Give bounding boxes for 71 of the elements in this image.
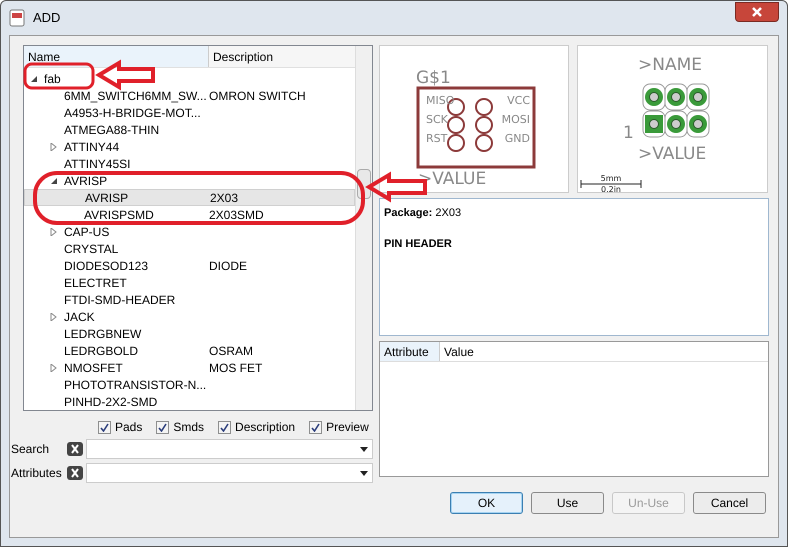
checkbox-label: Pads [115, 419, 142, 436]
scrollbar[interactable] [355, 46, 372, 410]
pin-label: GND [504, 132, 530, 145]
attributes-field[interactable] [86, 463, 373, 483]
dropdown-arrow-icon[interactable] [360, 470, 368, 476]
pin-label: SCK [426, 113, 448, 126]
tree-row[interactable]: ATTINY45SI [24, 155, 355, 172]
checkbox[interactable] [218, 420, 232, 434]
dialog-button[interactable]: Cancel [693, 492, 766, 514]
checkbox-label: Preview [326, 419, 369, 436]
checkbox-label: Description [235, 419, 296, 436]
dialog-button[interactable]: Use [531, 492, 604, 514]
package-text: Package: 2X03 [384, 206, 462, 221]
expanded-triangle-icon[interactable] [30, 74, 38, 82]
description-text: PIN HEADER [384, 236, 453, 252]
tree-row[interactable]: ELECTRET [24, 274, 355, 291]
attributes-label: Attributes [11, 465, 63, 482]
column-header[interactable]: Attribute [380, 342, 440, 362]
scale-label: 5mm [600, 174, 622, 183]
tree-row[interactable]: ATMEGA88-THIN [24, 121, 355, 138]
tree-row[interactable]: AVRISP 2X03 [24, 189, 355, 206]
tree-row[interactable]: CRYSTAL [24, 240, 355, 257]
window-title: ADD [33, 9, 60, 28]
tree-row[interactable]: NMOSFET MOS FET [24, 359, 355, 376]
search-label: Search [11, 441, 50, 458]
tree-row[interactable]: JACK [24, 308, 355, 325]
tree-row[interactable]: LEDRGBNEW [24, 325, 355, 342]
tree-row[interactable]: fab [24, 70, 355, 87]
tree-row[interactable]: AVRISPSMD 2X03SMD [24, 206, 355, 223]
tree-row[interactable]: PINHD-2X2-SMD [24, 393, 355, 410]
schematic-app-icon [9, 9, 25, 27]
tree-row[interactable]: PHOTOTRANSISTOR-N... [24, 376, 355, 393]
pin-label: RST [426, 132, 448, 145]
close-icon [751, 7, 763, 17]
checkbox[interactable] [309, 420, 322, 434]
collapsed-triangle-icon[interactable] [50, 312, 58, 320]
tree-row[interactable]: LEDRGBOLD OSRAM [24, 342, 355, 359]
search-field[interactable] [86, 439, 373, 459]
tree-row[interactable]: FTDI-SMD-HEADER [24, 291, 355, 308]
checkbox[interactable] [156, 420, 170, 434]
name-label: >NAME [638, 55, 702, 75]
clear-icon[interactable] [67, 466, 83, 480]
tree-row[interactable]: A4953-H-BRIDGE-MOT... [24, 104, 355, 121]
column-header[interactable]: Description [209, 46, 355, 67]
symbol-name-label: G$1 [416, 68, 451, 88]
pin-header-footprint-drawing [642, 84, 710, 138]
dropdown-arrow-icon[interactable] [360, 446, 368, 452]
collapsed-triangle-icon[interactable] [50, 142, 58, 150]
value-label: >VALUE [418, 169, 486, 189]
tree-row[interactable]: ATTINY44 [24, 138, 355, 155]
tree-row[interactable]: DIODESOD123 DIODE [24, 257, 355, 274]
tree-row[interactable]: 6MM_SWITCH6MM_SW... OMRON SWITCH [24, 87, 355, 104]
scale-label: 0.2in [601, 185, 621, 192]
checkbox-label: Smds [173, 419, 204, 436]
annotation-outline [24, 62, 94, 90]
pin-label: VCC [507, 94, 530, 107]
pin-label: MOSI [502, 113, 530, 126]
checkbox[interactable] [98, 420, 111, 434]
tree-row[interactable]: CAP-US [24, 223, 355, 240]
annotation-arrow [95, 59, 155, 91]
close-button[interactable] [735, 2, 779, 22]
collapsed-triangle-icon[interactable] [50, 364, 58, 372]
pin-number-label: 1 [623, 123, 634, 143]
value-label: >VALUE [638, 144, 706, 164]
clear-icon[interactable] [67, 442, 83, 456]
column-header[interactable]: Name [24, 46, 209, 67]
tree-row[interactable]: AVRISP [24, 172, 355, 189]
dialog-button[interactable]: OK [450, 492, 523, 514]
expanded-triangle-icon[interactable] [50, 176, 58, 184]
collapsed-triangle-icon[interactable] [50, 228, 58, 236]
column-header[interactable]: Value [440, 342, 768, 362]
